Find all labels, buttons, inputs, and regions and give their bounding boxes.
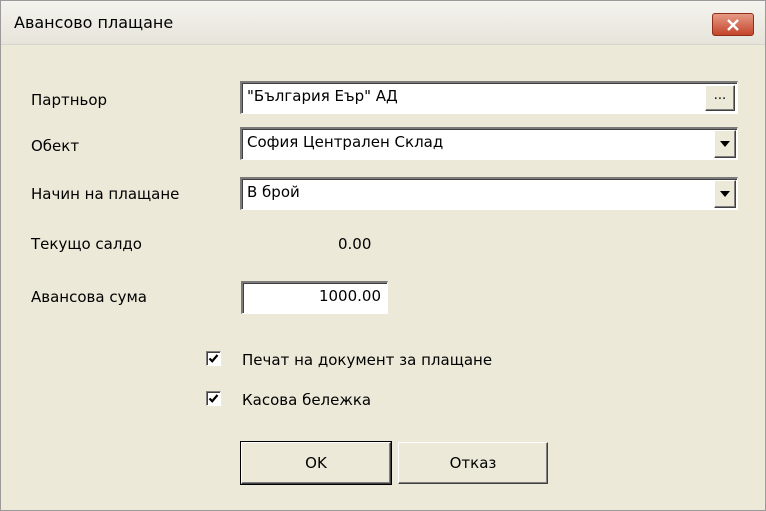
check-icon	[208, 394, 219, 403]
ok-button[interactable]: OK	[240, 441, 392, 485]
advance-payment-dialog: Авансово плащане Партньор "България Еър"…	[0, 0, 766, 511]
print-document-label[interactable]: Печат на документ за плащане	[242, 351, 492, 369]
partner-field[interactable]: "България Еър" АД ...	[240, 81, 738, 114]
dialog-title: Авансово плащане	[14, 13, 174, 32]
chevron-down-icon	[720, 191, 730, 197]
cancel-button[interactable]: Отказ	[398, 442, 548, 484]
payment-method-value: В брой	[247, 183, 300, 201]
partner-value: "България Еър" АД	[247, 87, 398, 105]
payment-method-dropdown-button[interactable]	[714, 180, 736, 208]
cash-receipt-checkbox[interactable]	[206, 391, 221, 406]
object-select[interactable]: София Централен Склад	[240, 127, 738, 160]
advance-amount-label: Авансова сума	[31, 288, 147, 306]
close-icon	[727, 18, 739, 31]
payment-method-label: Начин на плащане	[31, 185, 180, 203]
check-icon	[208, 354, 219, 363]
payment-method-select[interactable]: В брой	[240, 177, 738, 210]
object-value: София Централен Склад	[247, 133, 444, 151]
cash-receipt-label[interactable]: Касова бележка	[242, 391, 371, 409]
partner-browse-button[interactable]: ...	[705, 85, 735, 111]
current-balance-value: 0.00	[338, 235, 372, 253]
partner-label: Партньор	[31, 91, 108, 109]
chevron-down-icon	[720, 141, 730, 147]
advance-amount-input[interactable]: 1000.00	[241, 281, 388, 314]
advance-amount-value: 1000.00	[318, 287, 381, 305]
current-balance-label: Текущо салдо	[31, 235, 142, 253]
title-bar[interactable]: Авансово плащане	[1, 1, 765, 45]
object-dropdown-button[interactable]	[714, 130, 736, 158]
close-button[interactable]	[712, 13, 754, 36]
object-label: Обект	[31, 137, 80, 155]
print-document-checkbox[interactable]	[206, 351, 221, 366]
